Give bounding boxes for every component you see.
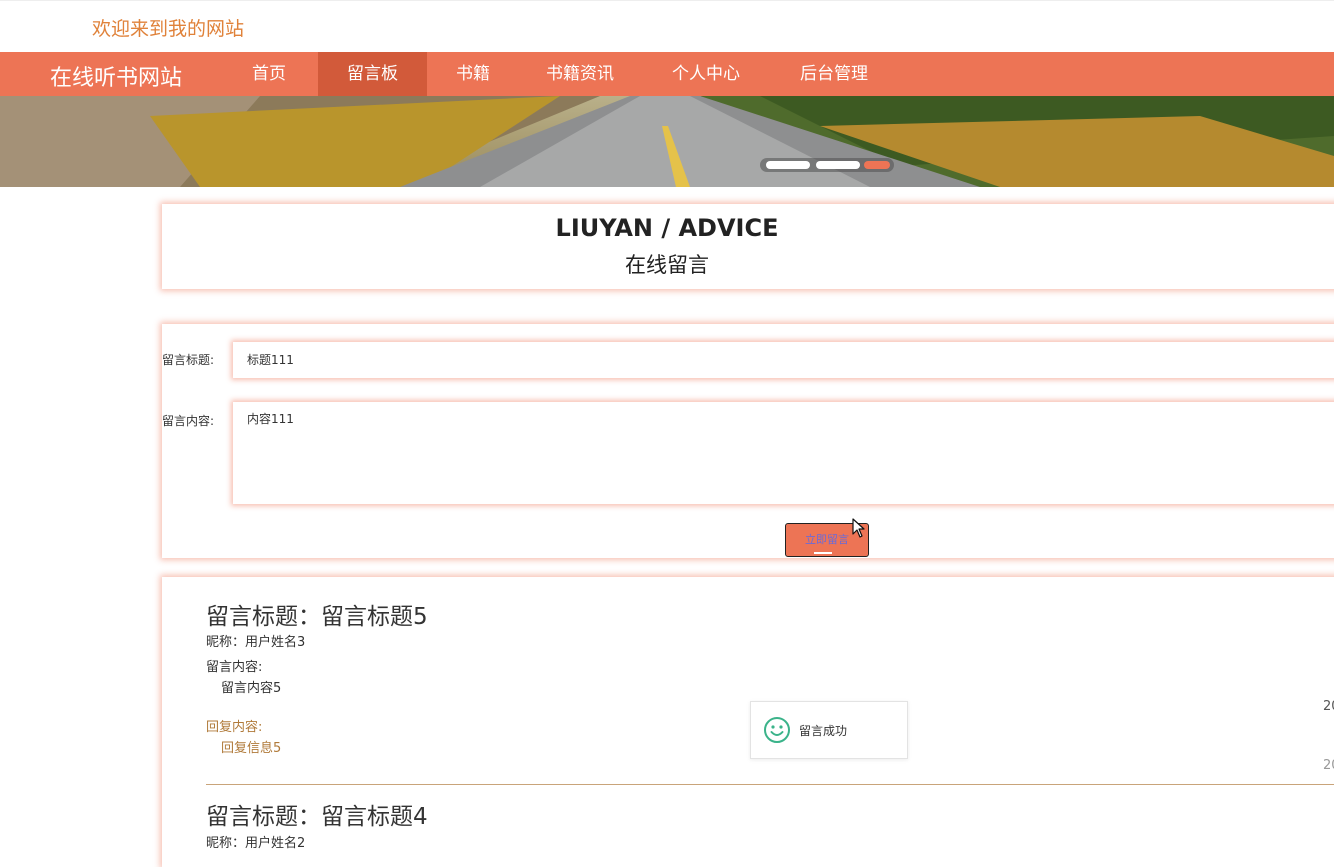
smile-icon: [764, 717, 790, 743]
carousel-indicators: [760, 158, 894, 172]
heading-english: LIUYAN / ADVICE: [555, 214, 779, 242]
message-nickname: 昵称：用户姓名2: [206, 836, 306, 851]
main-nav: 在线听书网站 首页 留言板 书籍 书籍资讯 个人中心 后台管理: [0, 52, 1334, 96]
message-date: 20: [1323, 699, 1334, 714]
carousel-dot-2[interactable]: [816, 161, 860, 169]
nav-item-admin[interactable]: 后台管理: [784, 52, 884, 96]
reply-content: 回复信息5: [221, 741, 282, 756]
banner-carousel[interactable]: [0, 96, 1334, 187]
carousel-dot-3[interactable]: [864, 161, 890, 169]
message-content: 留言内容5: [221, 681, 282, 696]
banner-image: [0, 96, 1334, 187]
submit-button-label: 立即留言: [805, 533, 849, 546]
message-title: 留言标题：留言标题4: [206, 804, 428, 830]
button-underline: [814, 552, 832, 554]
carousel-dot-1[interactable]: [766, 161, 810, 169]
nav-item-personal-center[interactable]: 个人中心: [656, 52, 756, 96]
message-title: 留言标题：留言标题5: [206, 604, 428, 630]
message-content-label: 留言内容:: [206, 660, 263, 675]
title-label: 留言标题:: [162, 353, 215, 367]
success-toast: 留言成功: [750, 701, 908, 759]
toast-message: 留言成功: [799, 724, 848, 738]
reply-label: 回复内容:: [206, 720, 263, 735]
nav-item-home[interactable]: 首页: [228, 52, 310, 96]
welcome-text: 欢迎来到我的网站: [92, 18, 245, 40]
site-title[interactable]: 在线听书网站: [50, 60, 182, 92]
mouse-cursor-icon: [852, 518, 865, 538]
content-label: 留言内容:: [162, 414, 215, 428]
message-form: 留言标题: 标题111 留言内容: 内容111 立即留言: [162, 324, 1334, 558]
reply-date: 20: [1323, 758, 1334, 773]
nav-item-books[interactable]: 书籍: [440, 52, 506, 96]
title-input[interactable]: 标题111: [233, 342, 1334, 378]
content-textarea[interactable]: 内容111: [233, 402, 1334, 504]
message-list: 留言标题：留言标题5 昵称：用户姓名3 留言内容: 留言内容5 回复内容: 回复…: [162, 577, 1334, 867]
divider: [206, 784, 1334, 785]
top-bar: 欢迎来到我的网站: [0, 0, 1334, 53]
heading-chinese: 在线留言: [625, 253, 709, 277]
nav-item-book-news[interactable]: 书籍资讯: [530, 52, 630, 96]
section-heading: LIUYAN / ADVICE 在线留言: [162, 204, 1334, 289]
message-nickname: 昵称：用户姓名3: [206, 635, 306, 650]
nav-item-message-board[interactable]: 留言板: [318, 52, 427, 96]
